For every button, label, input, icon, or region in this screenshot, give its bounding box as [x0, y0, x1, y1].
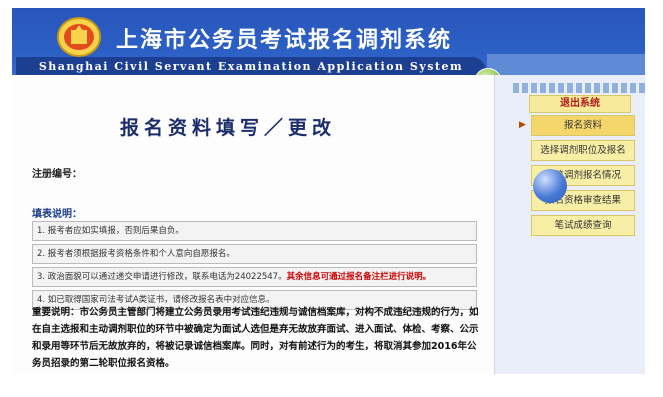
sidebar-item-select-position[interactable]: 选择调剂职位及报名 — [531, 140, 635, 161]
page-title: 报名资料填写／更改 — [120, 117, 337, 139]
notes-list: 1. 报考者应如实填报，否则后果自负。 2. 报考者须根据报考资格条件和个人意向… — [32, 221, 477, 313]
sidebar: 退出系统 ▶ 报名资料 选择调剂职位及报名 浏览调剂报名情况 报名资格审查结果 … — [495, 75, 645, 374]
note-item: 2. 报考者须根据报考资格条件和个人意向自愿报名。 — [32, 244, 477, 264]
sidebar-pattern — [513, 83, 645, 93]
main-content: 报名资料填写／更改 注册编号： 填表说明： 1. 报考者应如实填报，否则后果自负… — [12, 75, 495, 374]
exit-button[interactable]: 退出系统 — [529, 95, 631, 113]
registration-number-label: 注册编号： — [32, 169, 82, 180]
sidebar-item-exam-score[interactable]: 笔试成绩查询 — [531, 215, 635, 236]
system-title-english: Shanghai Civil Servant Examination Appli… — [16, 57, 486, 77]
system-title: 上海市公务员考试报名调剂系统 — [116, 28, 453, 53]
civil-service-emblem-icon — [57, 17, 101, 57]
header-banner: 上海市公务员考试报名调剂系统 Shanghai Civil Servant Ex… — [12, 8, 645, 77]
notes-title: 填表说明： — [32, 209, 82, 220]
note-item: 1. 报考者应如实填报，否则后果自负。 — [32, 221, 477, 241]
header-decoration — [487, 54, 645, 75]
decorative-ball-icon — [533, 169, 567, 203]
app-window: 上海市公务员考试报名调剂系统 Shanghai Civil Servant Ex… — [12, 8, 645, 374]
sidebar-item-application-info[interactable]: 报名资料 — [531, 115, 635, 136]
important-notice: 重要说明：市公务员主管部门将建立公务员录用考试违纪违规与诚信档案库，对构不成违纪… — [32, 307, 479, 369]
note-item: 3. 政治面貌可以通过递交申请进行修改，联系电话为24022547。其余信息可通… — [32, 267, 477, 287]
active-arrow-icon: ▶ — [519, 120, 526, 130]
